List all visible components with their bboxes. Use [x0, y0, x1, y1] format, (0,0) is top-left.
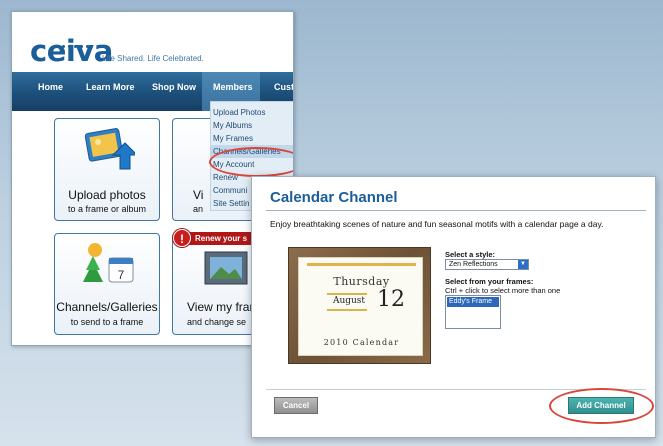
menu-item-upload-photos[interactable]: Upload Photos: [211, 106, 293, 119]
calendar-year-line: 2010 Calendar: [323, 338, 400, 347]
calendar-band-bottom: [327, 309, 367, 311]
calendar-gold-bar: [307, 263, 416, 266]
ceiva-logo[interactable]: ceiva Life Shared. Life Celebrated.: [30, 34, 280, 74]
logo-dots: [62, 35, 92, 53]
style-select-label: Select a style:: [445, 250, 496, 259]
nav-learn-more[interactable]: Learn More: [86, 72, 135, 111]
calendar-band-top: [327, 293, 367, 295]
menu-item-my-albums[interactable]: My Albums: [211, 119, 293, 132]
upload-photo-icon: [84, 128, 135, 170]
channels-tile-title: Channels/Galleries: [56, 300, 158, 314]
nav-home[interactable]: Home: [38, 72, 63, 111]
upload-tile-title: Upload photos: [68, 188, 146, 202]
calendar-day-number: 12: [377, 287, 405, 312]
cancel-button[interactable]: Cancel: [274, 397, 318, 414]
chevron-down-icon: ▼: [518, 260, 528, 269]
upload-tile-subtitle: to a frame or album: [67, 204, 147, 214]
logo-tagline: Life Shared. Life Celebrated.: [102, 54, 204, 63]
dialog-title: Calendar Channel: [270, 189, 398, 206]
frames-listbox[interactable]: Eddy's Frame: [445, 295, 501, 329]
calendar-icon-day: 7: [118, 268, 125, 282]
dialog-description: Enjoy breathtaking scenes of nature and …: [270, 219, 604, 229]
style-select-value: Zen Reflections: [449, 261, 498, 268]
frames-list-label: Select from your frames:: [445, 277, 534, 286]
alert-icon: !: [173, 229, 191, 247]
channels-icon: 7: [83, 243, 134, 283]
channels-highlight-ellipse: [209, 147, 293, 177]
menu-item-my-frames[interactable]: My Frames: [211, 132, 293, 145]
channels-galleries-tile[interactable]: 7 Channels/Galleries to send to a frame: [54, 233, 160, 335]
calendar-channel-dialog: Calendar Channel Enjoy breathtaking scen…: [251, 176, 656, 438]
frame-option[interactable]: Eddy's Frame: [447, 297, 499, 307]
nav-shop-now[interactable]: Shop Now: [152, 72, 196, 111]
calendar-month: August: [332, 296, 366, 306]
channels-tile-subtitle: to send to a frame: [70, 317, 144, 327]
frame-picture-icon: [204, 251, 248, 285]
add-channel-highlight-ellipse: [549, 388, 654, 424]
upload-photos-tile[interactable]: Upload photos to a frame or album: [54, 118, 160, 221]
calendar-preview-page: Thursday August 12 2010 Calendar: [298, 257, 423, 356]
calendar-preview-frame: Thursday August 12 2010 Calendar: [288, 247, 431, 364]
title-divider: [266, 210, 646, 211]
frames-list-hint: Ctrl + click to select more than one: [445, 286, 561, 295]
calendar-weekday: Thursday: [333, 275, 390, 288]
style-select[interactable]: Zen Reflections ▼: [445, 259, 529, 270]
